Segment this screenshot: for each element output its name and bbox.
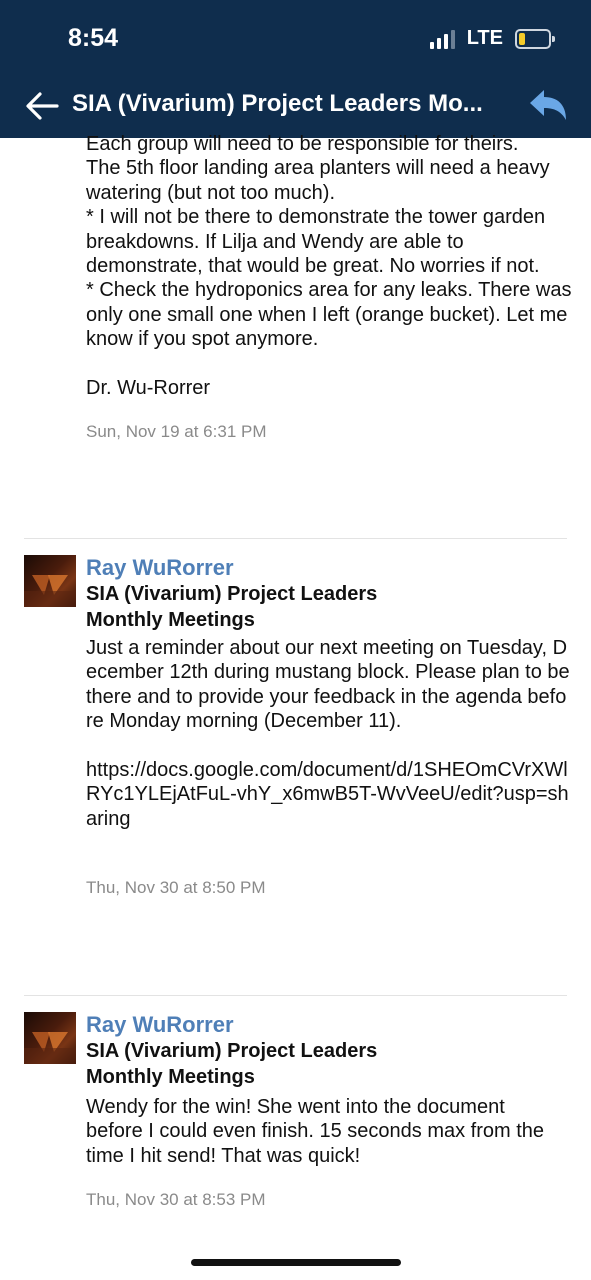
avatar[interactable] — [24, 1012, 76, 1064]
group-name: SIA (Vivarium) Project Leaders Monthly M… — [86, 583, 378, 631]
group-name: SIA (Vivarium) Project Leaders Monthly M… — [86, 1040, 378, 1088]
signal-icon — [429, 29, 455, 49]
status-time: 8:54 — [68, 24, 119, 52]
message-timestamp: Thu, Nov 30 at 8:53 PM — [86, 1190, 266, 1209]
reply-icon — [530, 90, 566, 120]
back-button[interactable] — [22, 86, 62, 126]
message-body: Just a reminder about our next meeting o… — [86, 637, 570, 830]
divider — [24, 538, 567, 539]
message-timestamp: Sun, Nov 19 at 6:31 PM — [86, 422, 267, 441]
sender-name[interactable]: Ray WuRorrer — [86, 555, 234, 581]
app-header: 8:54 LTE SIA (Vivarium) Project Leaders … — [0, 0, 591, 138]
avatar[interactable] — [24, 555, 76, 607]
battery-icon — [515, 28, 555, 49]
sender-name[interactable]: Ray WuRorrer — [86, 1012, 234, 1038]
status-indicators: LTE — [429, 27, 555, 50]
thread-title: SIA (Vivarium) Project Leaders Mo... — [72, 90, 483, 117]
message-body: Wendy for the win! She went into the doc… — [86, 1096, 550, 1167]
avatar-logo-icon — [24, 1032, 76, 1064]
home-indicator — [191, 1259, 401, 1266]
divider — [24, 995, 567, 996]
avatar-logo-icon — [24, 575, 76, 607]
reply-button[interactable] — [526, 86, 570, 126]
network-label: LTE — [466, 27, 503, 49]
message-timestamp: Thu, Nov 30 at 8:50 PM — [86, 878, 266, 897]
message-body: Each group will need to be responsible f… — [86, 133, 572, 400]
arrow-left-icon — [26, 92, 59, 120]
